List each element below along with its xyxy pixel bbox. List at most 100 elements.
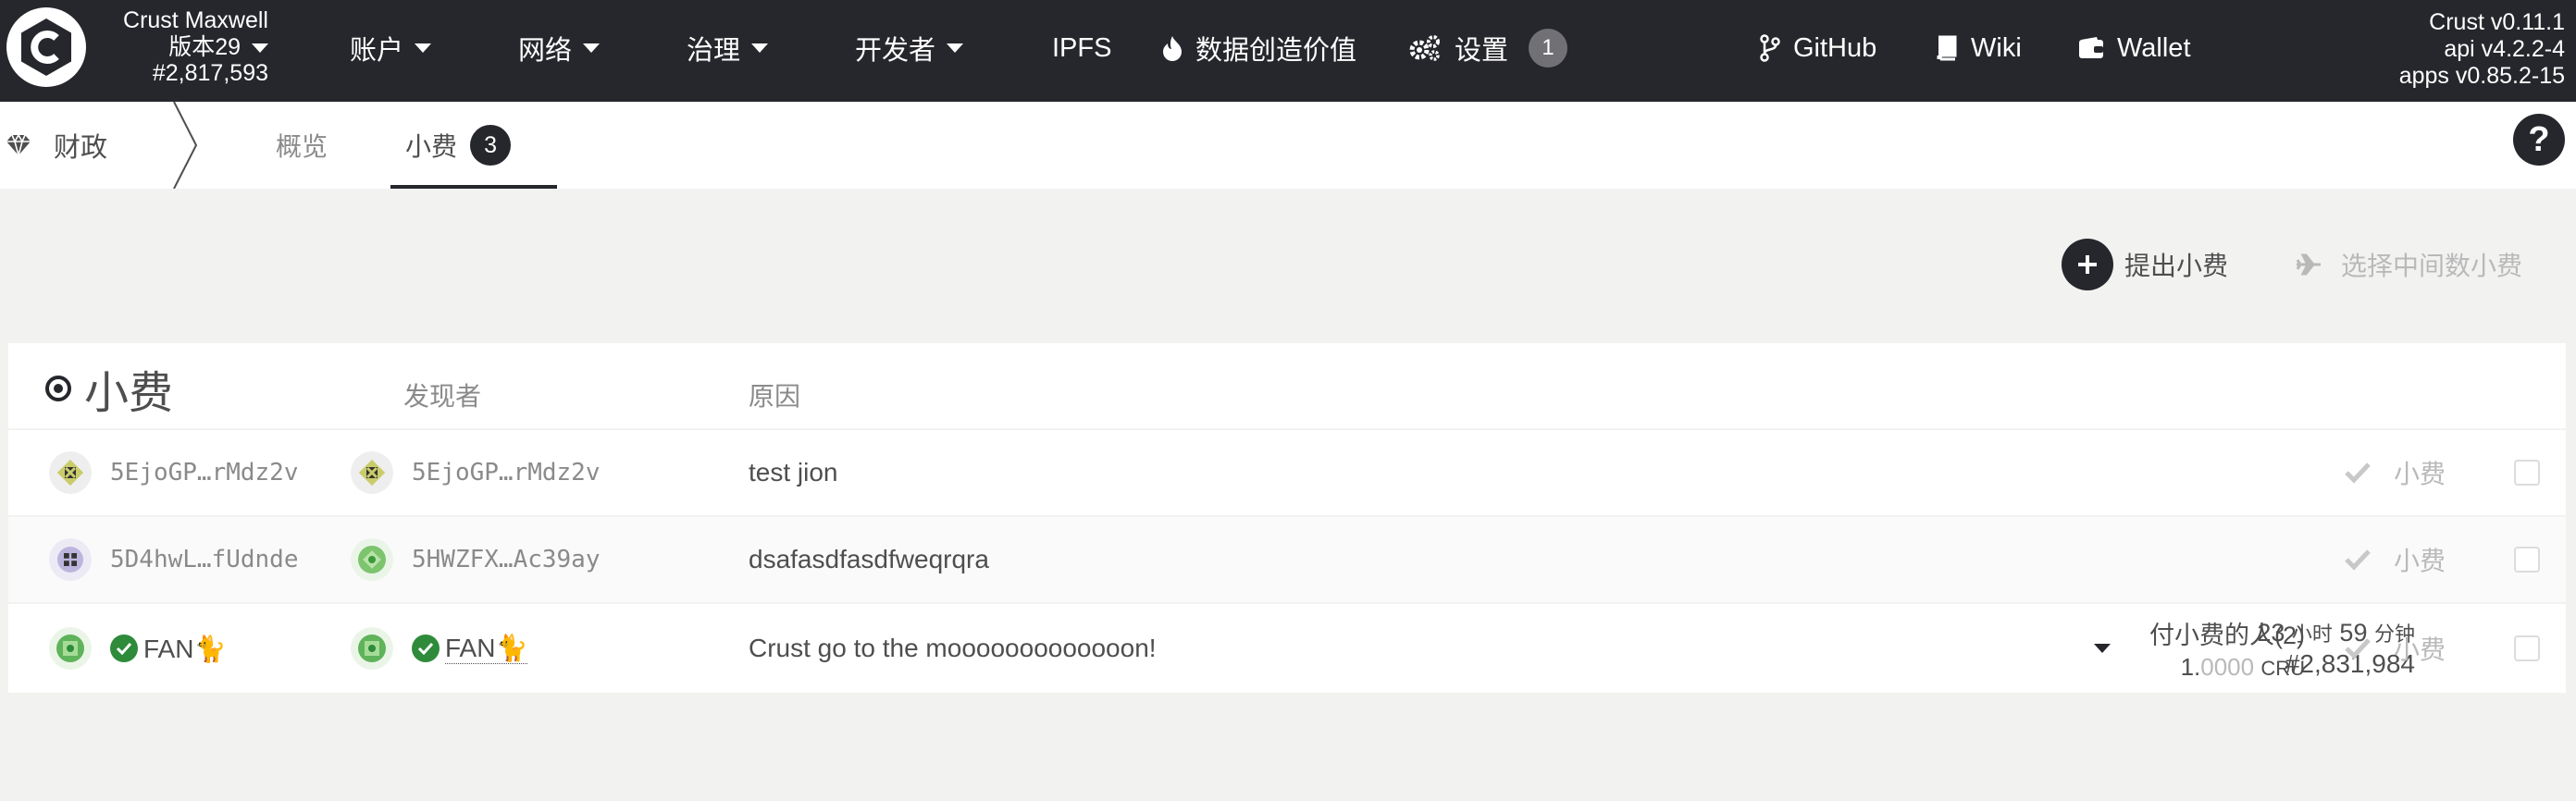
code-branch-icon — [1760, 34, 1780, 62]
who-address: 5D4hwL…fUdnde — [110, 546, 299, 573]
identicon-avatar — [49, 451, 92, 494]
nav-network-label: 网络 — [518, 36, 573, 66]
table-row: 5D4hwL…fUdnde 5HWZFX…Ac39ay dsafasdfasdf… — [8, 515, 2566, 602]
propose-tip-button[interactable]: 提出小费 — [2062, 239, 2228, 290]
section-treasury: 财政 — [0, 102, 107, 189]
tip-finder[interactable]: 5HWZFX…Ac39ay — [351, 517, 601, 602]
version-info: Crust v0.11.1 api v4.2.2-4 apps v0.85.2-… — [2399, 9, 2565, 90]
tippers-expand[interactable] — [2066, 604, 2111, 693]
tip-who[interactable]: 5EjoGP…rMdz2v — [49, 430, 299, 515]
row-select-checkbox[interactable] — [2514, 604, 2540, 693]
tip-button[interactable]: 小费 — [2344, 604, 2446, 693]
nav-settings-label: 设置 — [1455, 36, 1509, 66]
dot-circle-icon — [45, 376, 71, 401]
chevron-down-icon — [583, 43, 601, 53]
select-median-tip-button[interactable]: 选择中间数小费 — [2295, 239, 2522, 290]
who-identity-name: FAN🐈 — [143, 634, 227, 663]
runtime-version: 版本29 — [168, 33, 241, 60]
nav-wallet-label: Wallet — [2117, 32, 2191, 63]
check-icon — [2345, 638, 2371, 659]
check-icon — [2345, 462, 2371, 484]
table-row: FAN🐈 FAN🐈 Crust go to the mooooooooooooo… — [8, 602, 2566, 693]
tip-button-label: 小费 — [2394, 635, 2446, 664]
checkbox[interactable] — [2514, 547, 2540, 573]
chain-selector[interactable]: Crust Maxwell 版本29 #2,817,593 — [56, 7, 268, 87]
nav-settings[interactable]: 设置 1 — [1408, 0, 1568, 96]
finder-identity-name: FAN🐈 — [445, 634, 528, 664]
crust-version: Crust v0.11.1 — [2429, 9, 2565, 35]
tip-finder[interactable]: 5EjoGP…rMdz2v — [351, 430, 601, 515]
chevron-down-icon — [415, 43, 432, 53]
tab-tips-label: 小费 — [405, 132, 458, 161]
api-version: api v4.2.2-4 — [2444, 36, 2565, 62]
gears-icon — [1409, 35, 1440, 61]
fire-icon — [1163, 36, 1182, 61]
nav-wiki-label: Wiki — [1971, 32, 2022, 63]
select-median-label: 选择中间数小费 — [2341, 252, 2523, 280]
tip-finder[interactable]: FAN🐈 — [351, 604, 528, 693]
tab-tips[interactable]: 小费 3 — [390, 102, 558, 189]
wallet-icon — [2079, 37, 2103, 58]
table-row: 5EjoGP…rMdz2v 5EjoGP…rMdz2v test jion 小费 — [8, 428, 2566, 515]
nav-governance[interactable]: 治理 — [687, 0, 769, 96]
hours-value: 23 — [2257, 619, 2285, 647]
nav-ipfs[interactable]: IPFS — [1052, 0, 1111, 96]
nav-developer[interactable]: 开发者 — [855, 0, 964, 96]
tip-who[interactable]: FAN🐈 — [49, 604, 226, 693]
column-header-finder: 发现者 — [403, 382, 482, 411]
identicon-avatar — [351, 538, 393, 581]
sub-navbar: 财政 概览 小费 3 ? — [0, 102, 2576, 189]
tip-reason: Crust go to the mooooooooooooon! — [749, 634, 1157, 662]
identicon-avatar — [351, 451, 393, 494]
tip-button-label: 小费 — [2394, 547, 2446, 575]
chevron-down-icon — [947, 43, 964, 53]
nav-wallet[interactable]: Wallet — [2078, 0, 2191, 96]
verified-identity-icon — [412, 635, 440, 662]
row-select-checkbox[interactable] — [2514, 430, 2540, 515]
settings-badge: 1 — [1529, 29, 1568, 68]
chevron-down-icon — [252, 43, 268, 53]
nav-data-value[interactable]: 数据创造价值 — [1162, 0, 1356, 96]
check-icon — [2345, 549, 2371, 571]
tip-reason: test jion — [749, 458, 838, 487]
nav-accounts-label: 账户 — [350, 36, 404, 66]
amount-integer: 1. — [2180, 653, 2201, 681]
nav-accounts[interactable]: 账户 — [350, 0, 432, 96]
finder-address: 5EjoGP…rMdz2v — [412, 459, 601, 487]
tip-who[interactable]: 5D4hwL…fUdnde — [49, 517, 299, 602]
propose-tip-label: 提出小费 — [2124, 252, 2229, 280]
verified-identity-icon — [110, 635, 138, 662]
nav-network[interactable]: 网络 — [518, 0, 601, 96]
nav-governance-label: 治理 — [687, 36, 741, 66]
nav-developer-label: 开发者 — [855, 36, 936, 66]
apps-version: apps v0.85.2-15 — [2398, 63, 2565, 89]
nav-github-label: GitHub — [1793, 32, 1877, 63]
table-title-label: 小费 — [84, 369, 174, 418]
best-block-number: #2,817,593 — [152, 60, 268, 86]
tip-button[interactable]: 小费 — [2344, 430, 2446, 515]
nav-wiki[interactable]: Wiki — [1936, 0, 2022, 96]
who-address: 5EjoGP…rMdz2v — [110, 459, 299, 487]
gem-icon — [6, 133, 31, 157]
nav-github[interactable]: GitHub — [1760, 0, 1876, 96]
book-icon — [1937, 35, 1957, 61]
chain-name: Crust Maxwell — [123, 7, 268, 33]
finder-address: 5HWZFX…Ac39ay — [412, 546, 601, 573]
breadcrumb-separator-icon — [173, 102, 198, 189]
tips-table: 小费 发现者 原因 5EjoGP…rMdz2v 5EjoGP…rMdz2v te… — [8, 343, 2566, 693]
tip-reason: dsafasdfasdfweqrqra — [749, 545, 989, 573]
tab-overview-label: 概览 — [276, 132, 328, 161]
row-select-checkbox[interactable] — [2514, 517, 2540, 602]
plus-icon — [2062, 239, 2113, 290]
identicon-avatar — [49, 627, 92, 670]
checkbox[interactable] — [2514, 460, 2540, 486]
tip-button-label: 小费 — [2394, 460, 2446, 488]
nav-data-value-label: 数据创造价值 — [1195, 36, 1357, 66]
identicon-avatar — [49, 538, 92, 581]
top-navbar: Crust Maxwell 版本29 #2,817,593 账户 网络 治理 开… — [0, 0, 2576, 102]
tip-button[interactable]: 小费 — [2344, 517, 2446, 602]
checkbox[interactable] — [2514, 635, 2540, 661]
table-header: 小费 发现者 原因 — [8, 343, 2566, 428]
help-button[interactable]: ? — [2513, 114, 2565, 166]
tab-overview[interactable]: 概览 — [276, 102, 328, 189]
